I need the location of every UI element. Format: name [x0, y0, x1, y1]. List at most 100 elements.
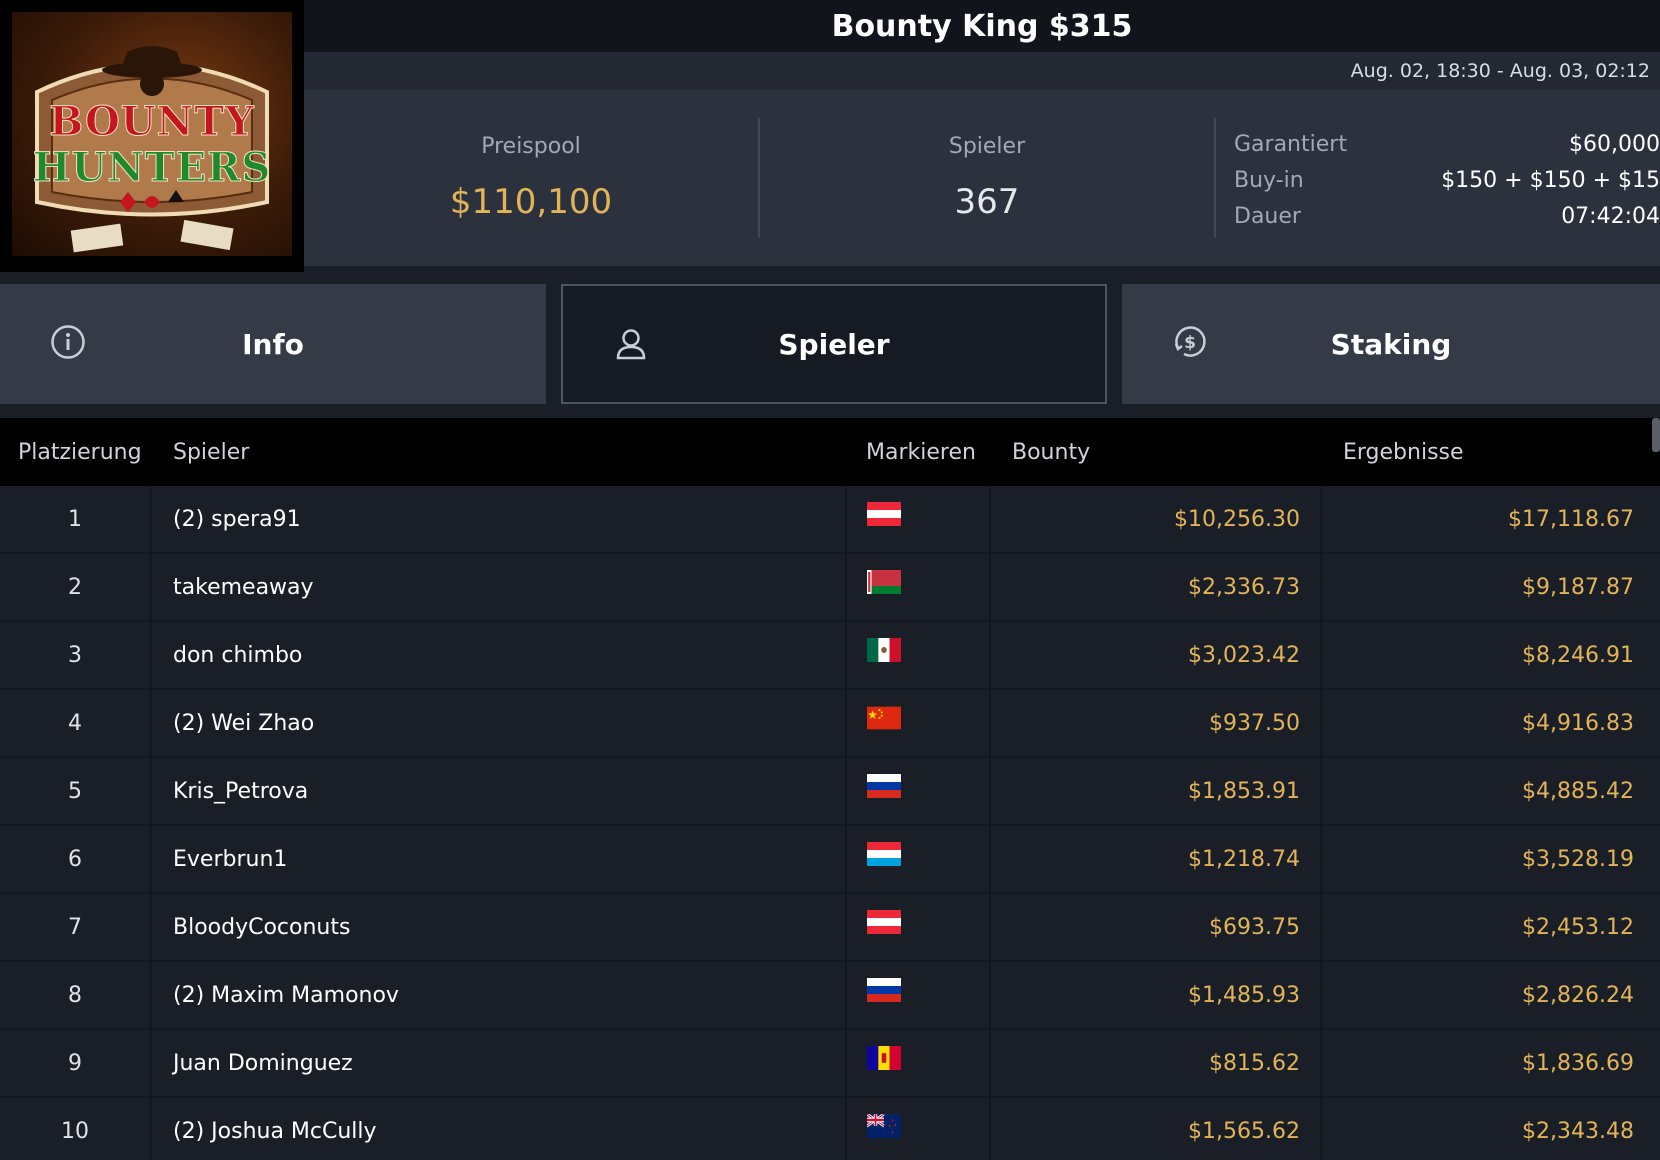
detail-value: 07:42:04: [1561, 203, 1660, 229]
detail-value: $60,000: [1569, 131, 1660, 157]
date-bar: Aug. 02, 18:30 - Aug. 03, 02:12: [304, 52, 1660, 90]
dollar-coin-icon: $: [1174, 326, 1206, 357]
table-header: Platzierung Spieler Markieren Bounty Erg…: [0, 418, 1660, 486]
tournament-details: Garantiert $60,000 Buy-in $150 + $150 + …: [1234, 126, 1660, 234]
header-player[interactable]: Spieler: [173, 440, 249, 465]
players-label: Spieler: [948, 134, 1026, 159]
bounty-value: $815.62: [991, 1030, 1322, 1096]
luxembourg-flag: [867, 842, 901, 866]
results-table: Platzierung Spieler Markieren Bounty Erg…: [0, 418, 1660, 1160]
players-stat: Spieler 367: [760, 90, 1214, 266]
china-flag: [867, 706, 901, 730]
flag-cell: [845, 1098, 991, 1160]
andorra-flag: [867, 1046, 901, 1070]
player-name[interactable]: (2) spera91: [173, 486, 301, 552]
place-cell: 6: [0, 826, 152, 892]
prize-pool-stat: Preispool $110,100: [304, 90, 758, 266]
place-cell: 4: [0, 690, 152, 756]
tournament-title: Bounty King $315: [831, 8, 1133, 44]
info-icon: [51, 325, 85, 359]
table-row[interactable]: 8 (2) Maxim Mamonov $1,485.93 $2,826.24: [0, 962, 1660, 1030]
place-cell: 5: [0, 758, 152, 824]
table-row[interactable]: 1 (2) spera91 $10,256.30 $17,118.67: [0, 486, 1660, 554]
prize-pool-label: Preispool: [481, 134, 581, 159]
belarus-flag: [867, 570, 901, 594]
tab-label: Info: [242, 327, 304, 361]
result-value: $9,187.87: [1522, 574, 1634, 600]
tab-label: Spieler: [778, 327, 890, 361]
place-cell: 10: [0, 1098, 152, 1160]
result-value: $17,118.67: [1508, 506, 1634, 532]
place-cell: 9: [0, 1030, 152, 1096]
bounty-value: $1,565.62: [991, 1098, 1322, 1160]
date-range: Aug. 02, 18:30 - Aug. 03, 02:12: [1350, 60, 1650, 82]
flag-cell: [845, 1030, 991, 1096]
header-results[interactable]: Ergebnisse: [1343, 440, 1464, 465]
detail-buyin: Buy-in $150 + $150 + $15: [1234, 162, 1660, 198]
divider: [1214, 118, 1216, 238]
scrollbar-handle[interactable]: [1652, 418, 1660, 452]
place-cell: 7: [0, 894, 152, 960]
detail-value: $150 + $150 + $15: [1441, 167, 1660, 193]
player-name[interactable]: (2) Maxim Mamonov: [173, 962, 399, 1028]
result-value: $1,836.69: [1522, 1050, 1634, 1076]
table-row[interactable]: 7 BloodyCoconuts $693.75 $2,453.12: [0, 894, 1660, 962]
header-mark[interactable]: Markieren: [866, 440, 976, 465]
result-value: $4,916.83: [1522, 710, 1634, 736]
table-row[interactable]: 3 don chimbo $3,023.42 $8,246.91: [0, 622, 1660, 690]
place-cell: 3: [0, 622, 152, 688]
mexico-flag: [867, 638, 901, 662]
tab-info[interactable]: Info: [0, 284, 546, 404]
tab-bar: Info Spieler $ Staking: [0, 284, 1660, 404]
player-name[interactable]: (2) Wei Zhao: [173, 690, 314, 756]
russia-flag: [867, 978, 901, 1002]
table-row[interactable]: 5 Kris_Petrova $1,853.91 $4,885.42: [0, 758, 1660, 826]
header-place[interactable]: Platzierung: [18, 440, 142, 465]
header-bounty[interactable]: Bounty: [1012, 440, 1090, 465]
result-value: $8,246.91: [1522, 642, 1634, 668]
detail-label: Dauer: [1234, 203, 1301, 229]
player-name[interactable]: Kris_Petrova: [173, 758, 308, 824]
result-value: $4,885.42: [1522, 778, 1634, 804]
bounty-value: $1,218.74: [991, 826, 1322, 892]
table-row[interactable]: 6 Everbrun1 $1,218.74 $3,528.19: [0, 826, 1660, 894]
svg-text:$: $: [1184, 333, 1196, 353]
tab-players[interactable]: Spieler: [561, 284, 1107, 404]
table-row[interactable]: 9 Juan Dominguez $815.62 $1,836.69: [0, 1030, 1660, 1098]
flag-cell: [845, 826, 991, 892]
table-body: 1 (2) spera91 $10,256.30 $17,118.67 2 takemea…: [0, 486, 1660, 1160]
player-name[interactable]: Everbrun1: [173, 826, 287, 892]
bounty-value: $693.75: [991, 894, 1322, 960]
result-value: $3,528.19: [1522, 846, 1634, 872]
flag-cell: [845, 690, 991, 756]
user-icon: [616, 329, 646, 360]
austria-flag: [867, 502, 901, 526]
player-name[interactable]: Juan Dominguez: [173, 1030, 353, 1096]
table-row[interactable]: 2 takemeaway $2,336.73 $9,187.87: [0, 554, 1660, 622]
player-name[interactable]: (2) Joshua McCully: [173, 1098, 377, 1160]
player-name[interactable]: takemeaway: [173, 554, 314, 620]
austria-flag: [867, 910, 901, 934]
flag-cell: [845, 622, 991, 688]
tournament-logo: BOUNTY HUNTERS: [0, 0, 304, 272]
detail-label: Buy-in: [1234, 167, 1304, 193]
bounty-value: $3,023.42: [991, 622, 1322, 688]
place-cell: 2: [0, 554, 152, 620]
table-row[interactable]: 10 (2) Joshua McCully $1,565.62 $2,343.48: [0, 1098, 1660, 1160]
table-row[interactable]: 4 (2) Wei Zhao $937.50 $4,916.83: [0, 690, 1660, 758]
logo-text-line2: HUNTERS: [32, 144, 272, 192]
summary-panel: Preispool $110,100 Spieler 367 Garantier…: [304, 90, 1660, 266]
player-name[interactable]: BloodyCoconuts: [173, 894, 350, 960]
detail-guaranteed: Garantiert $60,000: [1234, 126, 1660, 162]
bounty-value: $1,853.91: [991, 758, 1322, 824]
prize-pool-value: $110,100: [449, 182, 613, 222]
tab-label: Staking: [1330, 327, 1452, 361]
logo-text-line1: BOUNTY: [49, 98, 255, 146]
bounty-value: $10,256.30: [991, 486, 1322, 552]
result-value: $2,343.48: [1522, 1118, 1634, 1144]
tab-staking[interactable]: $ Staking: [1122, 284, 1660, 404]
bounty-value: $937.50: [991, 690, 1322, 756]
place-cell: 1: [0, 486, 152, 552]
player-name[interactable]: don chimbo: [173, 622, 302, 688]
detail-duration: Dauer 07:42:04: [1234, 198, 1660, 234]
